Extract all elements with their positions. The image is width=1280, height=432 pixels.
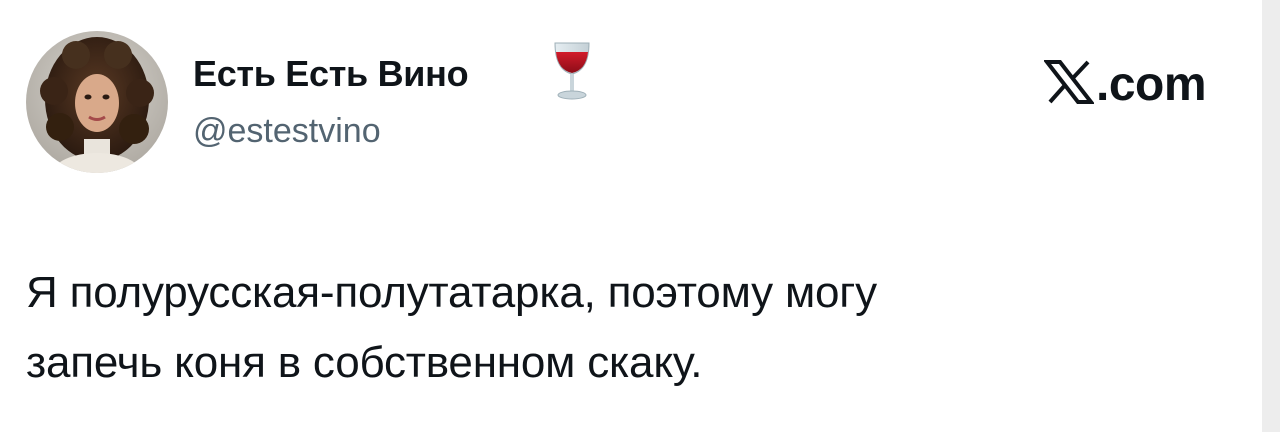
- tweet-text-line: Я полурусская-полутатарка, поэтому могу: [26, 268, 877, 317]
- author-display-name[interactable]: Есть Есть Вино: [193, 50, 469, 98]
- x-logo-icon: [1042, 59, 1096, 104]
- tweet-body: Я полурусская-полутатарка, поэтому могу …: [26, 258, 1206, 398]
- author-handle[interactable]: @estestvino: [193, 109, 381, 153]
- tweet-card: Есть Есть Вино @estestvino .com Я полуру…: [0, 0, 1262, 432]
- display-name-text: Есть Есть Вино: [193, 53, 469, 94]
- brand-label: .com: [1096, 58, 1207, 111]
- x-com-branding: .com: [1042, 55, 1207, 115]
- wine-glass-icon: [551, 40, 593, 102]
- avatar[interactable]: [26, 31, 168, 173]
- handle-text: @estestvino: [193, 112, 381, 150]
- tweet-text-line: запечь коня в собственном скаку.: [26, 338, 703, 387]
- scrollbar-track: [1262, 0, 1280, 432]
